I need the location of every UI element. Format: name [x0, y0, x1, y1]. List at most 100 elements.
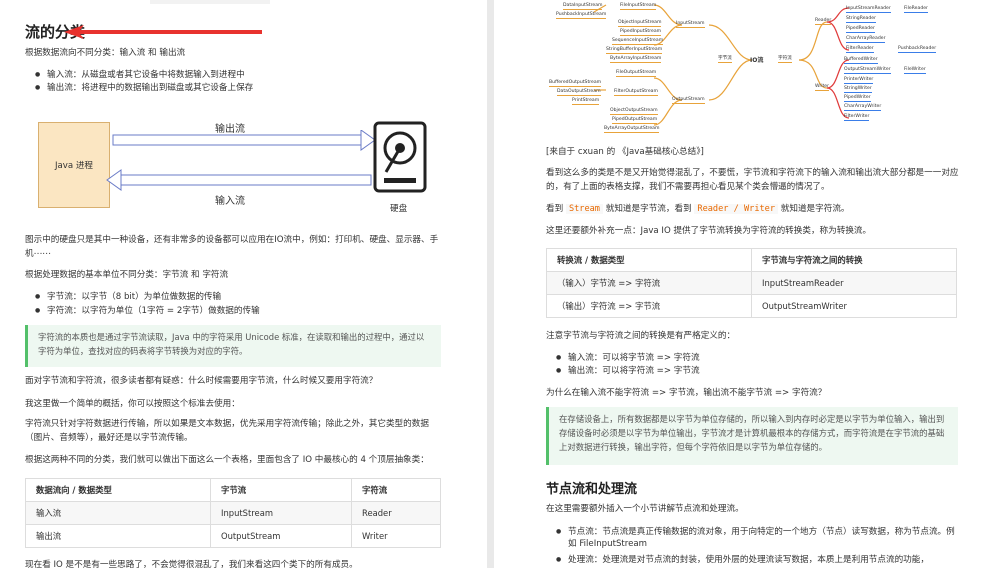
mindmap-node: PipedInputStream [620, 29, 662, 36]
paragraph-devices: 图示中的硬盘只是其中一种设备，还有非常多的设备都可以应用在IO流中，例如：打印机… [25, 235, 439, 259]
table-row: 输出流 OutputStream Writer [25, 524, 441, 548]
mindmap-node: CharArrayWriter [844, 104, 882, 111]
mindmap-node: PrinterWriter [844, 77, 874, 84]
mindmap-node: BufferedOutputStream [549, 80, 602, 87]
output-stream-label: 输出流 [215, 124, 245, 135]
mindmap-node: BufferedWriter [844, 57, 878, 64]
mindmap-node: FileWriter [904, 67, 926, 74]
mindmap-node: ObjectInputStream [618, 20, 662, 27]
mindmap-node: StringReader [846, 16, 876, 23]
section-heading-node-stream: 节点流和处理流 [546, 482, 638, 497]
list-item: 输出流：可以将字符流 => 字节流 [546, 365, 700, 377]
paragraph-unit-classification: 根据处理数据的基本单位不同分类：字节流 和 字符流 [25, 270, 229, 280]
mindmap-node: PipedWriter [844, 95, 871, 102]
image-caption: [来自于 cxuan 的 《Java基础核心总结》] [546, 147, 704, 157]
table-cell: OutputStreamWriter [751, 294, 957, 318]
mindmap-node: ObjectOutputStream [610, 108, 658, 115]
top-tab-strip [150, 0, 270, 4]
text: 看到 [546, 204, 564, 214]
mindmap-node: PipedOutputStream [612, 117, 658, 124]
conversion-table: 转换流 / 数据类型 字节流与字符流之间的转换 （输入）字节流 => 字符流 I… [546, 248, 957, 318]
paragraph-summary: 我这里做一个简单的概括，你可以按照这个标准去使用： [25, 399, 240, 409]
mindmap-node: SequenceInputStream [612, 38, 664, 45]
list-item: 节点流：节点流是真正传输数据的流对象，用于向特定的一个地方（节点）读写数据，称为… [546, 526, 963, 550]
paragraph-strict: 注意字节流与字符流之间的转换是有严格定义的： [546, 331, 736, 341]
table-row: （输入）字节流 => 字符流 InputStreamReader [546, 271, 957, 295]
table-cell: InputStream [210, 501, 352, 525]
mindmap-node: PipedReader [846, 26, 875, 33]
flow-arrows [106, 130, 376, 191]
paragraph-closing: 现在看 IO 是不是有一些思路了，不会觉得很混乱了，我们来看这四个类下的所有成员… [25, 560, 358, 568]
table-header: 数据流向 / 数据类型 [25, 478, 211, 502]
mindmap-node: FilterWriter [844, 114, 870, 121]
mindmap-node: StringBufferInputStream [606, 47, 663, 54]
table-header: 字节流 [210, 478, 352, 502]
red-arrow-annotation [64, 25, 262, 39]
paragraph-node-intro: 在这里需要额外插入一个小节讲解节点流和处理流。 [546, 504, 744, 514]
table-cell: InputStreamReader [751, 271, 957, 295]
input-stream-label: 输入流 [215, 196, 245, 207]
mindmap-node: StringWriter [844, 86, 872, 93]
table-cell: 输入流 [25, 501, 211, 525]
mindmap-node: FileOutputStream [616, 70, 657, 77]
paragraph-conversion: 这里还要额外补充一点：Java IO 提供了字节流转换为字符流的转换类，称为转换… [546, 226, 872, 236]
code-reader-writer: Reader / Writer [694, 204, 779, 214]
mindmap-node: DataOutputStream [557, 89, 601, 96]
mindmap-byte-stream: 字节流 [718, 56, 732, 63]
table-header: 字节流与字符流之间的转换 [751, 248, 957, 272]
mindmap-center: IO流 [750, 57, 764, 64]
mindmap-writer: Writer [815, 84, 830, 91]
table-header-row: 转换流 / 数据类型 字节流与字符流之间的转换 [546, 248, 957, 272]
left-page: 流的分类 根据数据流向不同分类：输入流 和 输出流 输入流：从磁盘或者其它设备中… [0, 0, 487, 568]
right-page: IO流 字节流 字符流 InputStream OutputStream Rea… [494, 0, 983, 568]
java-process-box: Java 进程 [38, 122, 110, 208]
mindmap-node: PushbackReader [898, 46, 937, 53]
table-row: （输出）字符流 => 字节流 OutputStreamWriter [546, 294, 957, 318]
mindmap-node: ByteArrayInputStream [610, 56, 662, 63]
list-item: 输出流：将进程中的数据输出到磁盘或其它设备上保存 [25, 82, 253, 94]
table-cell: （输出）字符流 => 字节流 [546, 294, 752, 318]
paragraph-question: 面对字节流和字符流，很多读者都有疑惑：什么时候需要用字节流，什么时候又要用字符流… [25, 376, 378, 386]
paragraph-table-intro: 根据这两种不同的分类，我们就可以做出下面这么一个表格，里面包含了 IO 中最核心… [25, 455, 429, 465]
paragraph-why: 为什么在输入流不能字符流 => 字节流，输出流不能字节流 => 字符流？ [546, 388, 827, 398]
mindmap-node: OutputStreamWriter [844, 67, 891, 74]
mindmap-node: FilterReader [846, 46, 874, 53]
paragraph-flow-direction: 根据数据流向不同分类：输入流 和 输出流 [25, 48, 186, 58]
list-item: 输入流：可以将字节流 => 字符流 [546, 352, 700, 364]
code-stream: Stream [565, 204, 603, 214]
table-cell: 输出流 [25, 524, 211, 548]
mindmap-node: PushbackInputStream [556, 12, 607, 19]
list-item: 处理流：处理流是对节点流的封装，使用外层的处理流读写数据，本质上是利用节点流的功… [546, 554, 963, 566]
paragraph-intro: 看到这么多的类是不是又开始觉得混乱了，不要慌，字节流和字符流下的输入流和输出流大… [546, 168, 959, 192]
mindmap-outputstream: OutputStream [672, 97, 705, 104]
paragraph-stream-hint: 看到 Stream 就知道是字节流，看到 Reader / Writer 就知道… [546, 202, 850, 216]
list-item: 字符流：以字符为单位（1字符 = 2字节）做数据的传输 [25, 305, 260, 317]
table-header: 字符流 [351, 478, 441, 502]
table-header-row: 数据流向 / 数据类型 字节流 字符流 [25, 478, 441, 502]
mindmap-node: FileReader [904, 6, 928, 13]
disk-label: 硬盘 [390, 204, 408, 214]
table-cell: （输入）字节流 => 字符流 [546, 271, 752, 295]
mindmap-node: FileInputStream [620, 3, 657, 10]
mindmap-node: CharArrayReader [846, 36, 886, 43]
table-cell: Reader [351, 501, 441, 525]
mindmap-node: InputStreamReader [846, 6, 891, 13]
mindmap-node: DataInputStream [563, 3, 603, 10]
mindmap-node: ByteArrayOutputStream [604, 126, 660, 133]
mindmap-char-stream: 字符流 [778, 56, 792, 63]
list-item: 输入流：从磁盘或者其它设备中将数据输入到进程中 [25, 69, 245, 81]
io-classes-table: 数据流向 / 数据类型 字节流 字符流 输入流 InputStream Read… [25, 478, 441, 548]
text: 就知道是字节流，看到 [605, 204, 692, 214]
hard-disk-icon [373, 121, 427, 193]
note-callout: 字符流的本质也是通过字节流读取，Java 中的字符采用 Unicode 标准，在… [25, 325, 441, 367]
table-cell: OutputStream [210, 524, 352, 548]
io-mindmap: IO流 字节流 字符流 InputStream OutputStream Rea… [494, 0, 983, 140]
note-callout: 在存储设备上，所有数据都是以字节为单位存储的，所以输入到内存时必定是以字节为单位… [546, 407, 958, 465]
mindmap-node: PrintStream [572, 98, 600, 105]
mindmap-node: FilterOutputStream [614, 89, 658, 96]
table-header: 转换流 / 数据类型 [546, 248, 752, 272]
paragraph-guideline: 字符流只针对字符数据进行传输，所以如果是文本数据，优先采用字符流传输；除此之外，… [25, 419, 429, 443]
mindmap-reader: Reader [815, 18, 832, 25]
list-item: 字节流：以字节（8 bit）为单位做数据的传输 [25, 291, 221, 303]
mindmap-inputstream: InputStream [676, 21, 705, 28]
